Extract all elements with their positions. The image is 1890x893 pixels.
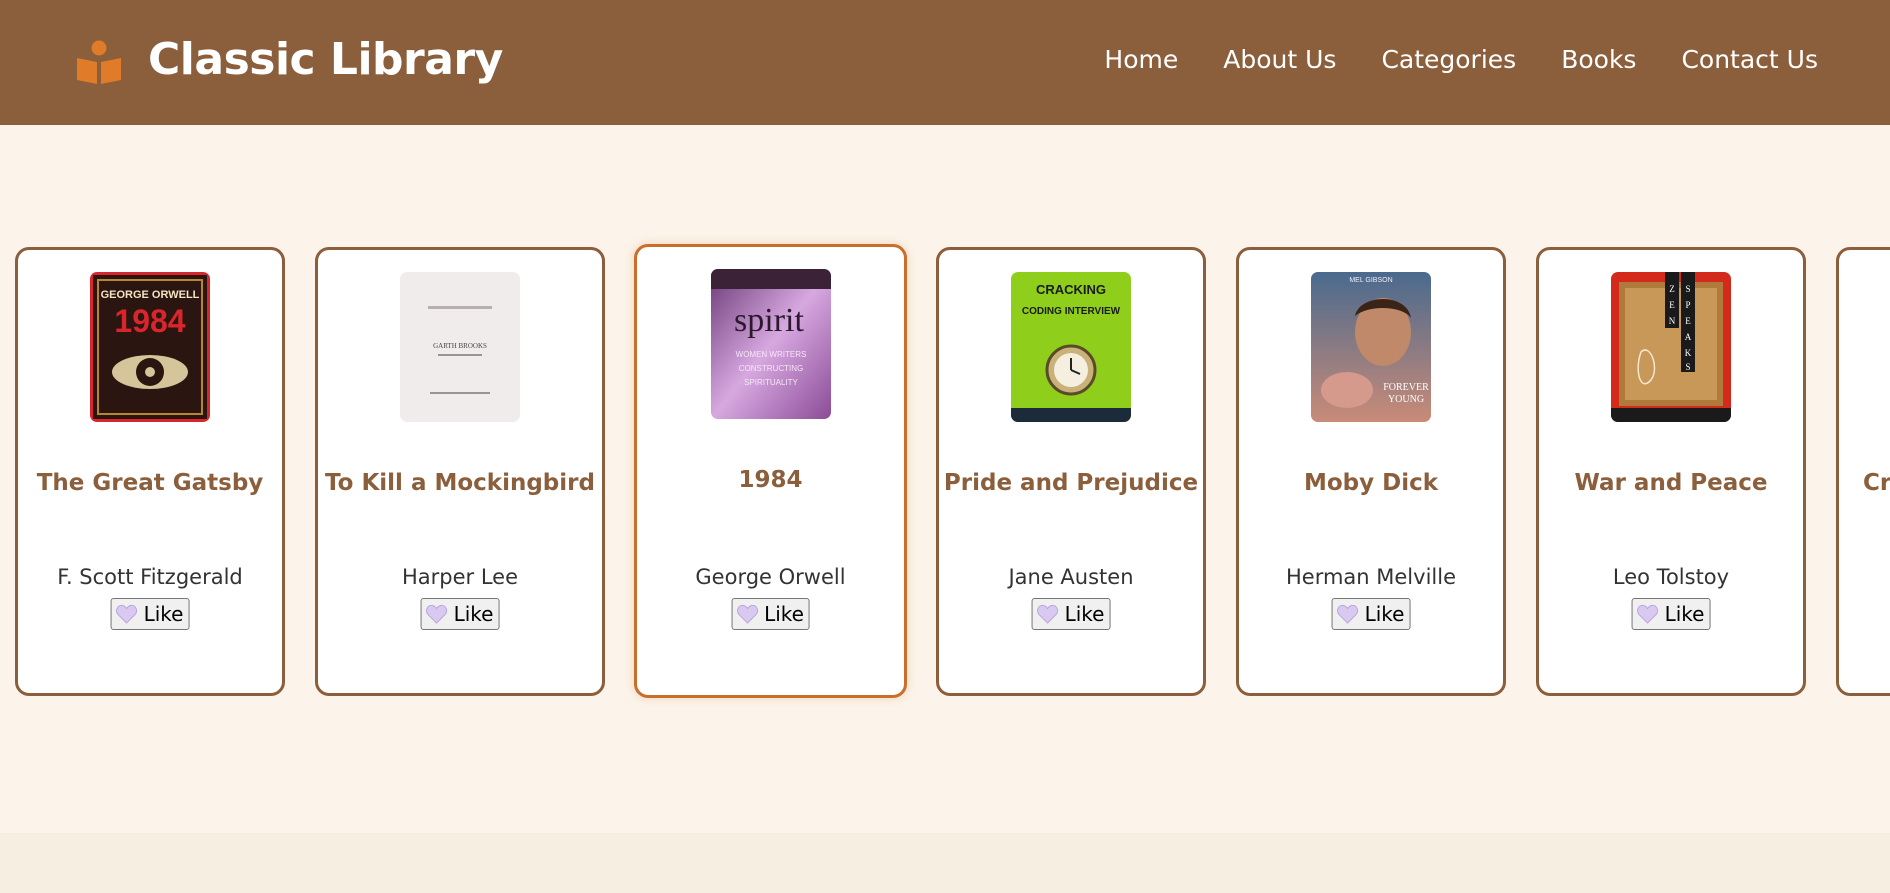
svg-text:P: P — [1685, 300, 1690, 310]
like-label: Like — [1664, 602, 1705, 626]
brand-title[interactable]: Classic Library — [148, 34, 503, 85]
book-carousel[interactable]: GEORGE ORWELL 1984 The Great Gatsby F. S… — [0, 125, 1890, 833]
main-nav: Home About Us Categories Books Contact U… — [1059, 45, 1818, 74]
book-card[interactable]: spirit WOMEN WRITERS CONSTRUCTING SPIRIT… — [634, 244, 907, 698]
book-cover: CRACKING CODING INTERVIEW — [1011, 272, 1131, 422]
book-card[interactable]: Z E N S P E A K S War and Peace Leo Tols… — [1536, 247, 1806, 696]
svg-text:SPIRITUALITY: SPIRITUALITY — [744, 378, 798, 387]
svg-text:YOUNG: YOUNG — [1388, 394, 1424, 405]
book-title[interactable]: To Kill a Mockingbird — [318, 470, 602, 496]
book-author: Herman Melville — [1285, 565, 1456, 589]
book-author: Leo Tolstoy — [1612, 565, 1730, 589]
book-title[interactable]: The Great Gatsby — [18, 470, 282, 496]
site-header: Classic Library Home About Us Categories… — [0, 0, 1890, 125]
heart-icon — [1637, 604, 1658, 624]
svg-text:spirit: spirit — [734, 302, 804, 339]
like-button[interactable]: Like — [110, 598, 190, 630]
svg-text:MEL GIBSON: MEL GIBSON — [1349, 277, 1392, 284]
heart-icon — [116, 604, 137, 624]
svg-text:Z: Z — [1669, 284, 1675, 294]
svg-text:CRACKING: CRACKING — [1036, 282, 1106, 297]
book-card[interactable]: MEL GIBSON FOREVER YOUNG Moby Dick Herma… — [1236, 247, 1506, 696]
svg-text:WOMEN WRITERS: WOMEN WRITERS — [735, 350, 806, 359]
book-title[interactable]: Pride and Prejudice — [939, 470, 1203, 496]
book-title[interactable]: Moby Dick — [1239, 470, 1503, 496]
book-author: Jane Austen — [1008, 565, 1134, 589]
book-card[interactable]: GARTH BROOKS To Kill a Mockingbird Harpe… — [315, 247, 605, 696]
svg-text:GARTH BROOKS: GARTH BROOKS — [433, 342, 487, 350]
svg-text:CONSTRUCTING: CONSTRUCTING — [738, 364, 802, 373]
heart-icon — [1337, 604, 1358, 624]
svg-text:S: S — [1685, 284, 1690, 294]
like-button[interactable]: Like — [1631, 598, 1711, 630]
nav-home[interactable]: Home — [1104, 45, 1178, 74]
book-author: Harper Lee — [401, 565, 519, 589]
like-label: Like — [1364, 602, 1405, 626]
book-cover: Z E N S P E A K S — [1611, 272, 1731, 422]
book-title[interactable]: War and Peace — [1539, 470, 1803, 496]
like-label: Like — [143, 602, 184, 626]
nav-about-us[interactable]: About Us — [1223, 45, 1336, 74]
nav-books[interactable]: Books — [1561, 45, 1636, 74]
heart-icon — [426, 604, 447, 624]
like-label: Like — [1064, 602, 1105, 626]
book-cover: spirit WOMEN WRITERS CONSTRUCTING SPIRIT… — [710, 269, 831, 419]
svg-text:E: E — [1685, 316, 1691, 326]
like-label: Like — [453, 602, 494, 626]
svg-text:FOREVER: FOREVER — [1383, 382, 1429, 393]
book-cover: GEORGE ORWELL 1984 — [90, 272, 210, 422]
heart-icon — [736, 604, 758, 624]
book-author: F. Scott Fitzgerald — [57, 565, 243, 589]
book-cover: GARTH BROOKS — [400, 272, 520, 422]
book-title[interactable]: Cri — [1839, 470, 1890, 496]
book-reader-icon[interactable] — [75, 38, 123, 86]
nav-contact-us[interactable]: Contact Us — [1681, 45, 1818, 74]
book-card[interactable]: GEORGE ORWELL 1984 The Great Gatsby F. S… — [15, 247, 285, 696]
svg-text:CODING INTERVIEW: CODING INTERVIEW — [1022, 306, 1121, 317]
book-author: George Orwell — [695, 565, 846, 589]
nav-categories[interactable]: Categories — [1381, 45, 1516, 74]
like-button[interactable]: Like — [1031, 598, 1111, 630]
footer — [0, 833, 1890, 893]
svg-text:A: A — [1685, 332, 1692, 342]
svg-text:1984: 1984 — [114, 303, 185, 339]
like-button[interactable]: Like — [420, 598, 500, 630]
book-title[interactable]: 1984 — [637, 467, 904, 493]
like-button[interactable]: Like — [731, 598, 810, 630]
like-button[interactable]: Like — [1331, 598, 1411, 630]
book-cover: MEL GIBSON FOREVER YOUNG — [1311, 272, 1431, 422]
svg-text:E: E — [1669, 300, 1675, 310]
svg-text:N: N — [1669, 316, 1676, 326]
like-label: Like — [764, 602, 804, 626]
book-card[interactable]: Cri — [1836, 247, 1890, 696]
svg-text:S: S — [1685, 362, 1690, 372]
svg-text:GEORGE ORWELL: GEORGE ORWELL — [101, 289, 200, 301]
book-card[interactable]: CRACKING CODING INTERVIEW Pride and Prej… — [936, 247, 1206, 696]
svg-text:K: K — [1685, 348, 1692, 358]
heart-icon — [1037, 604, 1058, 624]
